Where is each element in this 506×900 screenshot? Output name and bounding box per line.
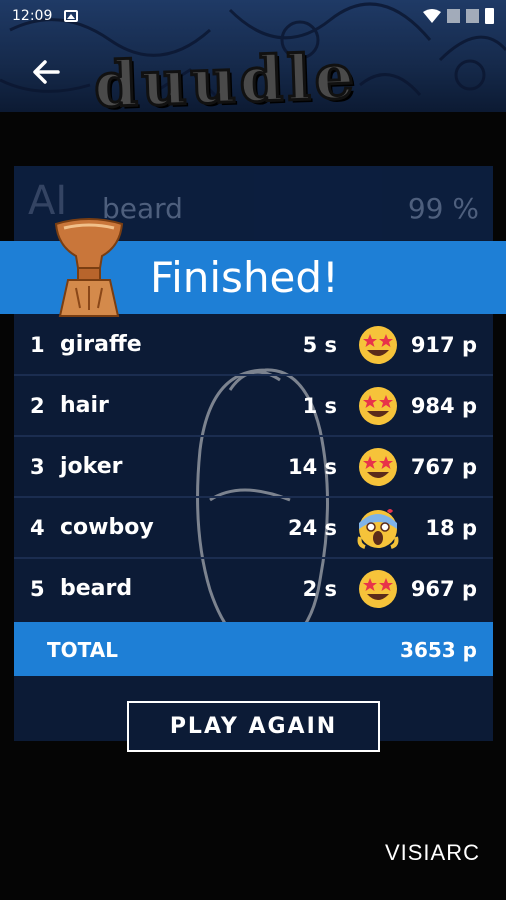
status-bar: 12:09 xyxy=(0,0,506,32)
banner-title: Finished! xyxy=(150,253,339,302)
result-rank: 4 xyxy=(30,516,45,540)
result-row: 1 giraffe 5 s 917 p xyxy=(14,315,493,376)
arrow-left-icon xyxy=(33,60,60,84)
back-button[interactable] xyxy=(26,52,66,92)
star-struck-icon xyxy=(359,387,397,425)
result-time: 2 s xyxy=(302,577,337,601)
play-again-button[interactable]: PLAY AGAIN xyxy=(127,701,380,752)
result-word: hair xyxy=(60,393,109,418)
star-struck-icon xyxy=(359,326,397,364)
result-row: 5 beard 2 s 967 p xyxy=(14,559,493,620)
total-value: 3653 p xyxy=(400,638,477,662)
result-word: giraffe xyxy=(60,332,142,357)
star-struck-icon xyxy=(359,448,397,486)
result-rank: 2 xyxy=(30,394,45,418)
total-label: TOTAL xyxy=(47,638,118,662)
wifi-icon xyxy=(423,9,441,23)
result-rank: 3 xyxy=(30,455,45,479)
result-word: beard xyxy=(60,576,133,601)
result-time: 1 s xyxy=(302,394,337,418)
image-notification-icon xyxy=(64,10,79,22)
result-points: 18 p xyxy=(425,516,477,540)
app-logo: duudle xyxy=(91,38,360,123)
result-points: 917 p xyxy=(410,333,477,357)
previous-confidence: 99 % xyxy=(407,192,479,225)
signal-icon xyxy=(447,9,460,23)
star-struck-icon xyxy=(359,570,397,608)
result-time: 24 s xyxy=(287,516,337,540)
screaming-face-icon xyxy=(357,509,399,549)
result-points: 967 p xyxy=(410,577,477,601)
result-word: cowboy xyxy=(60,515,154,540)
clock: 12:09 xyxy=(12,8,53,24)
total-row: TOTAL 3653 p xyxy=(14,622,493,676)
result-word: joker xyxy=(60,454,123,479)
result-rank: 5 xyxy=(30,577,45,601)
result-row: 4 cowboy 24 s 18 p xyxy=(14,498,493,559)
result-row: 3 joker 14 s 767 p xyxy=(14,437,493,498)
result-points: 984 p xyxy=(410,394,477,418)
battery-icon xyxy=(485,8,494,24)
result-time: 14 s xyxy=(287,455,337,479)
result-rank: 1 xyxy=(30,333,45,357)
result-row: 2 hair 1 s 984 p xyxy=(14,376,493,437)
result-points: 767 p xyxy=(410,455,477,479)
brand-logo: VISIARC xyxy=(384,840,480,865)
signal-icon-2 xyxy=(466,9,479,23)
result-time: 5 s xyxy=(302,333,337,357)
results-list: 1 giraffe 5 s 917 p 2 hair 1 s 984 p 3 j… xyxy=(14,315,493,620)
trophy-icon xyxy=(54,218,124,317)
